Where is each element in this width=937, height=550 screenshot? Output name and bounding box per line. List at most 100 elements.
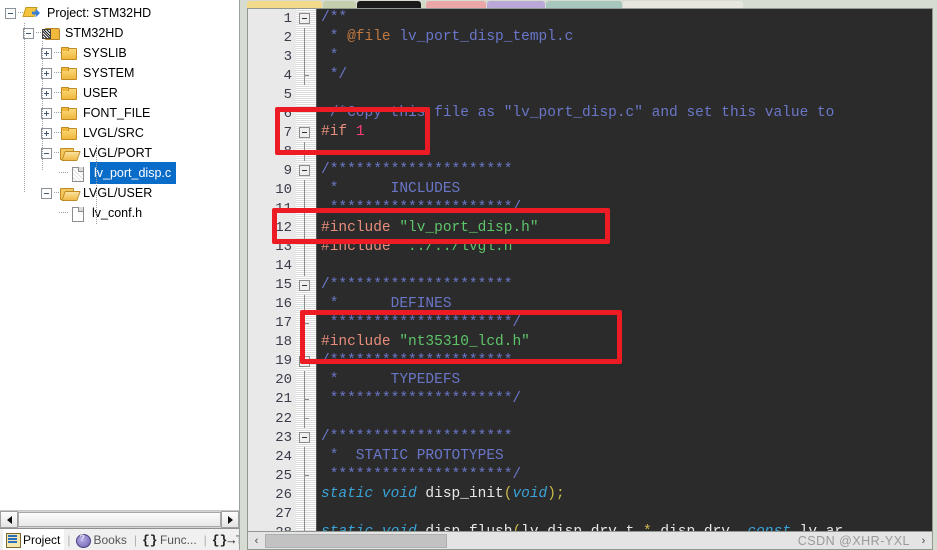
ide-window: Project: STM32HD STM32HD SYSLIB SYSTEM USER F… xyxy=(0,0,937,550)
scroll-track[interactable] xyxy=(18,511,221,528)
fold-marker-line xyxy=(296,66,316,86)
editor-tabstrip[interactable] xyxy=(247,0,933,8)
project-tree-scroll-area[interactable]: Project: STM32HD STM32HD SYSLIB SYSTEM USER F… xyxy=(0,0,239,510)
tree-item-user[interactable]: USER xyxy=(5,83,239,103)
panel-tab-tem[interactable]: {}→Tem... xyxy=(210,529,239,550)
code-line: *********************/ xyxy=(317,390,932,409)
code-token: * INCLUDES xyxy=(321,181,461,198)
tree-item-syslib[interactable]: SYSLIB xyxy=(5,43,239,63)
fold-bar xyxy=(304,504,305,524)
code-line: /********************* xyxy=(317,276,932,295)
editor-tab-1[interactable] xyxy=(323,1,356,8)
panel-tab-project[interactable]: Project xyxy=(3,529,65,550)
tree-item-label: FONT_FILE xyxy=(83,106,151,120)
scroll-thumb[interactable] xyxy=(18,512,221,527)
code-token: /********************* xyxy=(321,429,513,446)
code-line: * TYPEDEFS xyxy=(317,371,932,390)
code-line: * @file lv_port_disp_templ.c xyxy=(317,28,932,47)
scroll-right-button[interactable] xyxy=(221,511,239,528)
tree-item-stm32hd[interactable]: STM32HD xyxy=(5,23,239,43)
target-icon xyxy=(42,26,60,41)
code-line: #if 1 xyxy=(317,123,932,142)
line-number: 4 xyxy=(283,67,292,84)
collapse-icon[interactable] xyxy=(5,7,16,19)
code-token: #include xyxy=(321,219,391,236)
code-token: static xyxy=(321,486,374,503)
fold-marker-line xyxy=(296,199,316,219)
code-token: /*Copy this file as "lv_port_disp.c" and… xyxy=(321,105,835,122)
tree-item-label: lv_port_disp.c xyxy=(90,162,177,184)
code-token: *********************/ xyxy=(321,467,522,484)
editor-tab-2[interactable] xyxy=(357,1,421,8)
tree-item-lvgl-src[interactable]: LVGL/SRC xyxy=(5,123,239,143)
folder-closed-icon xyxy=(60,46,77,61)
code-line: * STATIC PROTOTYPES xyxy=(317,447,932,466)
code-editor[interactable]: 1 2 3 4 5 6 7 8 9 10 11 12 13 14 15 16 17 18 19 20 21 22 23 24 2… xyxy=(247,8,933,531)
line-number: 24 xyxy=(275,448,292,465)
panel-tab-books[interactable]: Books xyxy=(73,529,130,550)
code-token: void xyxy=(382,524,417,531)
fold-marker-line xyxy=(296,466,316,486)
code-token: ) xyxy=(547,486,556,503)
code-line: *********************/ xyxy=(317,314,932,333)
project-panel-tabs: Project|Books|{}Func...|{}→Tem...| xyxy=(0,528,239,550)
line-number: 14 xyxy=(275,258,292,275)
fold-marker-line xyxy=(296,28,316,48)
fold-marker-line xyxy=(296,276,316,295)
fold-collapse-icon[interactable] xyxy=(299,355,310,367)
editor-tab-3[interactable] xyxy=(422,1,425,8)
code-folding-column[interactable] xyxy=(296,9,316,531)
panel-tab-func[interactable]: {} Func... xyxy=(140,529,201,550)
tree-item-system[interactable]: SYSTEM xyxy=(5,63,239,83)
code-line: /********************* xyxy=(317,161,932,180)
editor-tab-6[interactable] xyxy=(546,1,622,8)
code-token: disp_init xyxy=(416,486,504,503)
collapse-icon[interactable] xyxy=(41,187,52,199)
editor-tab-5[interactable] xyxy=(487,1,545,8)
folder-closed-icon xyxy=(60,126,77,141)
tree-item-lv-conf-h[interactable]: lv_conf.h xyxy=(5,203,239,223)
code-token: ; xyxy=(555,486,565,503)
fold-collapse-icon[interactable] xyxy=(299,432,310,444)
code-token: 1 xyxy=(355,124,365,141)
code-text-area[interactable]: /** * @file lv_port_disp_templ.c * */ /*… xyxy=(316,9,932,531)
tree-item-lvgl-user[interactable]: LVGL/USER xyxy=(5,183,239,203)
left-arrow-icon xyxy=(6,515,12,524)
editor-scroll-left-button[interactable]: ‹ xyxy=(248,532,265,549)
fold-marker-line xyxy=(296,313,316,333)
fold-collapse-icon[interactable] xyxy=(299,127,310,139)
editor-scroll-right-button[interactable]: › xyxy=(915,532,932,549)
editor-hscrollbar[interactable]: ‹ CSDN @XHR-YXL › xyxy=(247,531,933,550)
tree-item-project-stm32hd[interactable]: Project: STM32HD xyxy=(5,3,239,23)
tree-item-lv-port-disp-c[interactable]: lv_port_disp.c xyxy=(5,162,239,184)
code-token: @file xyxy=(347,29,391,46)
editor-scroll-thumb[interactable] xyxy=(265,533,447,548)
tree-item-font-file[interactable]: FONT_FILE xyxy=(5,103,239,123)
scroll-left-button[interactable] xyxy=(0,511,18,528)
editor-tab-0[interactable] xyxy=(247,1,322,8)
tab-separator: | xyxy=(133,532,137,547)
fold-collapse-icon[interactable] xyxy=(299,13,310,24)
project-tree-hscrollbar[interactable] xyxy=(0,510,239,528)
code-token: *********************/ xyxy=(321,390,522,407)
fold-marker-line xyxy=(296,389,316,409)
editor-tab-7[interactable] xyxy=(623,1,743,8)
line-number: 22 xyxy=(275,410,292,427)
folder-open-icon xyxy=(60,186,77,201)
tree-item-lvgl-port[interactable]: LVGL/PORT xyxy=(5,143,239,163)
editor-tab-4[interactable] xyxy=(426,1,486,8)
fold-marker-line xyxy=(296,408,316,429)
line-number: 3 xyxy=(283,48,292,65)
code-line: /********************* xyxy=(317,428,932,447)
fold-collapse-icon[interactable] xyxy=(299,279,310,291)
fold-collapse-icon[interactable] xyxy=(299,165,310,177)
